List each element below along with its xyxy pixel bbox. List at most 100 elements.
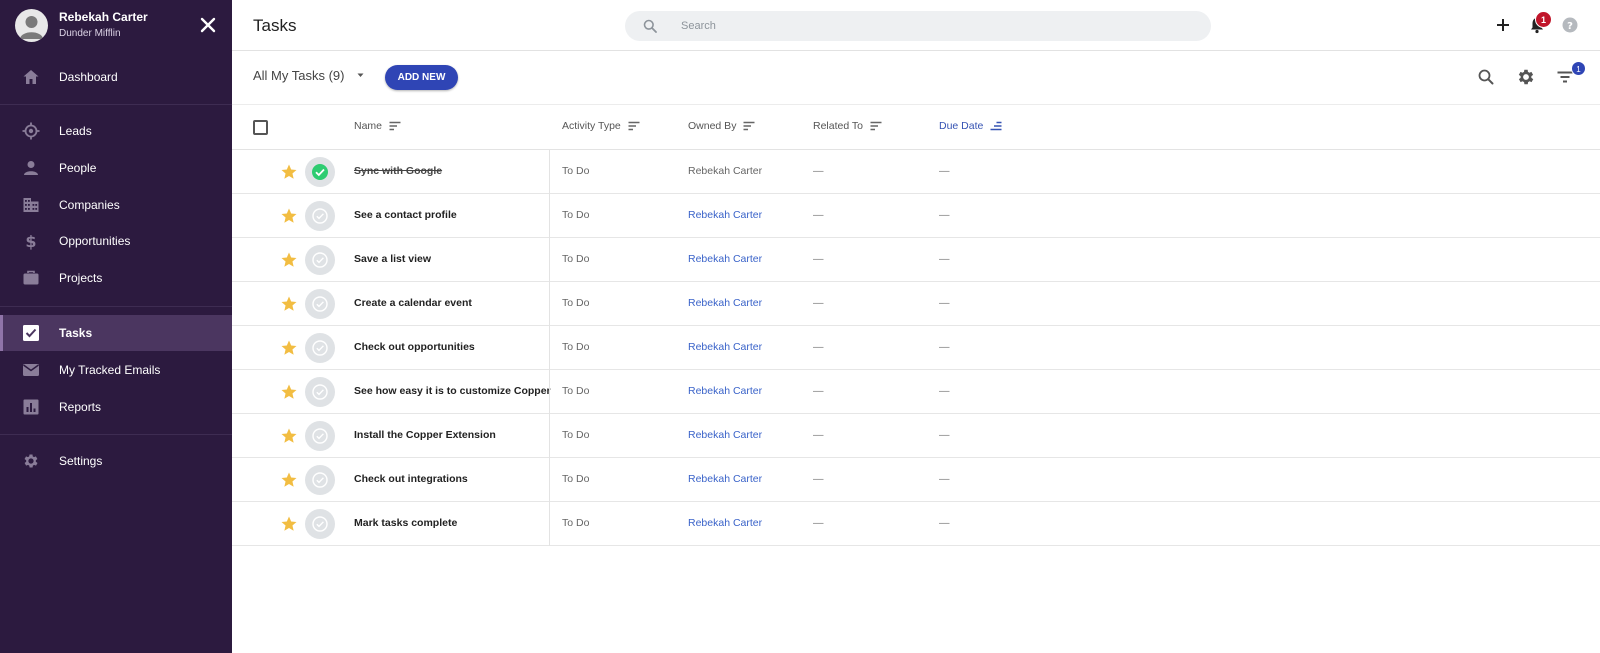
task-due-date: — — [939, 517, 950, 529]
avatar[interactable] — [15, 9, 48, 42]
star-icon[interactable] — [280, 515, 298, 533]
task-name[interactable]: See a contact profile — [354, 209, 457, 221]
star-icon[interactable] — [280, 207, 298, 225]
complete-toggle[interactable] — [305, 377, 335, 407]
sidebar-item-tasks[interactable]: Tasks — [0, 315, 232, 351]
table-row[interactable]: Create a calendar event To Do Rebekah Ca… — [232, 282, 1600, 326]
sort-icon — [870, 121, 882, 131]
table-row[interactable]: Mark tasks complete To Do Rebekah Carter… — [232, 502, 1600, 546]
complete-toggle[interactable] — [305, 421, 335, 451]
task-related-to: — — [813, 341, 824, 353]
column-header-activity-type[interactable]: Activity Type — [562, 120, 640, 132]
sidebar: Rebekah Carter Dunder Mifflin Dashboard … — [0, 0, 232, 653]
task-related-to: — — [813, 253, 824, 265]
complete-toggle[interactable] — [305, 289, 335, 319]
star-icon[interactable] — [280, 163, 298, 181]
table-row[interactable]: Check out integrations To Do Rebekah Car… — [232, 458, 1600, 502]
complete-toggle[interactable] — [305, 245, 335, 275]
sidebar-item-tracked-emails[interactable]: My Tracked Emails — [0, 352, 232, 388]
column-header-due-date[interactable]: Due Date — [939, 120, 1002, 132]
task-owner-link[interactable]: Rebekah Carter — [688, 297, 762, 309]
sidebar-item-label: People — [59, 161, 97, 175]
check-circle-icon — [312, 164, 328, 180]
top-bar: Tasks 1 ? — [232, 0, 1600, 51]
task-owner-link[interactable]: Rebekah Carter — [688, 517, 762, 529]
task-owner-link[interactable]: Rebekah Carter — [688, 253, 762, 265]
page-title: Tasks — [253, 16, 297, 35]
sidebar-item-leads[interactable]: Leads — [0, 113, 232, 149]
table-row[interactable]: Install the Copper Extension To Do Rebek… — [232, 414, 1600, 458]
avatar-person-icon — [20, 16, 43, 39]
complete-toggle[interactable] — [305, 333, 335, 363]
task-owner-link[interactable]: Rebekah Carter — [688, 209, 762, 221]
table-row[interactable]: See how easy it is to customize Copper T… — [232, 370, 1600, 414]
task-name[interactable]: Check out opportunities — [354, 341, 475, 353]
task-owner-link[interactable]: Rebekah Carter — [688, 341, 762, 353]
column-header-owned-by[interactable]: Owned By — [688, 120, 755, 132]
sidebar-item-dashboard[interactable]: Dashboard — [0, 59, 232, 95]
sidebar-item-opportunities[interactable]: $ Opportunities — [0, 223, 232, 259]
check-circle-outline-icon — [312, 384, 328, 400]
task-owner: Rebekah Carter — [688, 165, 763, 177]
add-new-button[interactable]: ADD NEW — [385, 65, 458, 90]
task-owner-link[interactable]: Rebekah Carter — [688, 473, 762, 485]
close-icon[interactable] — [199, 16, 217, 34]
table-row[interactable]: Sync with Google To Do Rebekah Carter — … — [232, 150, 1600, 194]
sidebar-item-reports[interactable]: Reports — [0, 389, 232, 425]
column-header-label: Activity Type — [562, 120, 621, 132]
task-name[interactable]: Sync with Google — [354, 165, 442, 177]
star-icon[interactable] — [280, 251, 298, 269]
task-name[interactable]: See how easy it is to customize Copper — [354, 385, 551, 397]
complete-toggle[interactable] — [305, 201, 335, 231]
sidebar-item-companies[interactable]: Companies — [0, 187, 232, 223]
task-name[interactable]: Save a list view — [354, 253, 431, 265]
sidebar-item-label: Leads — [59, 124, 92, 138]
task-name[interactable]: Create a calendar event — [354, 297, 472, 309]
search-icon[interactable] — [1477, 68, 1495, 86]
column-divider — [549, 150, 550, 194]
complete-toggle[interactable] — [305, 157, 335, 187]
task-owner-link[interactable]: Rebekah Carter — [688, 385, 762, 397]
sidebar-item-settings[interactable]: Settings — [0, 443, 232, 479]
chevron-down-icon[interactable] — [357, 73, 364, 78]
task-related-to: — — [813, 297, 824, 309]
complete-toggle[interactable] — [305, 509, 335, 539]
task-name[interactable]: Mark tasks complete — [354, 517, 457, 529]
sort-ascending-icon — [990, 121, 1002, 131]
star-icon[interactable] — [280, 295, 298, 313]
plus-icon[interactable] — [1494, 16, 1512, 34]
table-row[interactable]: Check out opportunities To Do Rebekah Ca… — [232, 326, 1600, 370]
select-all-checkbox[interactable] — [253, 120, 268, 135]
column-header-name[interactable]: Name — [354, 120, 401, 132]
sidebar-item-projects[interactable]: Projects — [0, 260, 232, 296]
task-related-to: — — [813, 473, 824, 485]
star-icon[interactable] — [280, 471, 298, 489]
sidebar-item-people[interactable]: People — [0, 150, 232, 186]
column-divider — [549, 458, 550, 502]
briefcase-icon — [23, 270, 39, 285]
star-icon[interactable] — [280, 339, 298, 357]
sidebar-item-label: My Tracked Emails — [59, 363, 161, 377]
search-input[interactable] — [681, 18, 1181, 34]
table-row[interactable]: See a contact profile To Do Rebekah Cart… — [232, 194, 1600, 238]
task-activity-type: To Do — [562, 473, 590, 485]
star-icon[interactable] — [280, 427, 298, 445]
sort-icon — [743, 121, 755, 131]
check-circle-outline-icon — [312, 516, 328, 532]
help-icon[interactable]: ? — [1562, 17, 1578, 33]
task-name[interactable]: Check out integrations — [354, 473, 468, 485]
task-activity-type: To Do — [562, 517, 590, 529]
task-name[interactable]: Install the Copper Extension — [354, 429, 496, 441]
task-owner-link[interactable]: Rebekah Carter — [688, 429, 762, 441]
building-icon — [23, 198, 39, 212]
gear-icon[interactable] — [1516, 67, 1536, 87]
check-circle-outline-icon — [312, 428, 328, 444]
star-icon[interactable] — [280, 383, 298, 401]
task-due-date: — — [939, 385, 950, 397]
sort-icon — [628, 121, 640, 131]
view-selector[interactable]: All My Tasks (9) — [253, 68, 345, 83]
table-row[interactable]: Save a list view To Do Rebekah Carter — … — [232, 238, 1600, 282]
column-header-related-to[interactable]: Related To — [813, 120, 882, 132]
global-search[interactable] — [625, 11, 1211, 41]
complete-toggle[interactable] — [305, 465, 335, 495]
